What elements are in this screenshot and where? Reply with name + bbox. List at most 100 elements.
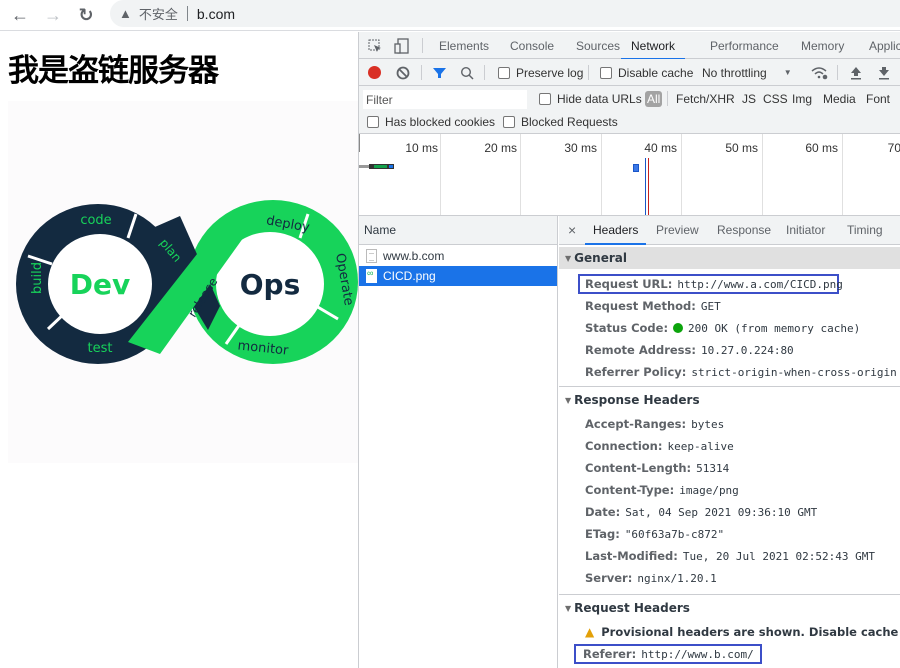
name-column-header[interactable]: Name	[359, 216, 557, 245]
tab-label: Response	[717, 223, 772, 237]
type-filter-css[interactable]: CSS	[763, 86, 788, 111]
tab-performance[interactable]: Performance	[710, 32, 779, 59]
close-details-button[interactable]: ×	[568, 216, 576, 244]
back-button[interactable]: ←	[9, 4, 31, 26]
type-label: All	[645, 90, 663, 107]
request-list: Name www.b.com CICD.png	[359, 216, 558, 668]
clear-button[interactable]	[396, 59, 410, 86]
tab-application[interactable]: Applic	[869, 32, 900, 59]
tick-label: 70	[887, 141, 900, 155]
checkbox[interactable]	[503, 115, 515, 128]
warning-icon: ▲	[585, 625, 595, 639]
header-value: http://www.b.com/	[641, 647, 754, 661]
filter-bar: Hide data URLs All Fetch/XHR JS CSS Img …	[359, 86, 900, 134]
tab-elements[interactable]: Elements	[439, 32, 489, 59]
inspect-element-button[interactable]	[368, 32, 382, 59]
checkbox[interactable]	[367, 115, 379, 128]
column-label: Name	[364, 223, 397, 237]
forward-button[interactable]: →	[42, 4, 64, 26]
general-section-header[interactable]: ▼ General	[559, 247, 900, 269]
record-button[interactable]	[368, 59, 381, 86]
stage-test: test	[88, 341, 113, 356]
type-filter-img[interactable]: Img	[792, 86, 812, 111]
type-label: Fetch/XHR	[676, 91, 735, 106]
checkbox[interactable]	[498, 66, 510, 79]
type-filter-js[interactable]: JS	[742, 86, 756, 111]
request-row-selected[interactable]: CICD.png	[359, 266, 557, 286]
tab-memory[interactable]: Memory	[801, 32, 844, 59]
export-har-button[interactable]	[878, 59, 890, 86]
has-blocked-cookies-checkbox[interactable]: Has blocked cookies	[367, 110, 495, 133]
type-filter-all[interactable]: All	[645, 86, 663, 111]
tick-label: 30 ms	[564, 141, 597, 155]
request-name: CICD.png	[383, 269, 436, 283]
security-status[interactable]: 不安全	[139, 4, 178, 23]
disable-cache-checkbox[interactable]: Disable cache	[600, 59, 693, 86]
request-name: www.b.com	[383, 249, 445, 263]
checkbox[interactable]	[539, 92, 551, 105]
filter-toggle-button[interactable]	[432, 59, 447, 86]
tab-initiator[interactable]: Initiator	[786, 216, 825, 244]
tick-label: 10 ms	[405, 141, 438, 155]
address-bar[interactable]: ▲ 不安全 b.com	[110, 0, 900, 27]
tab-label: Console	[510, 38, 555, 53]
type-filter-fetch-xhr[interactable]: Fetch/XHR	[676, 86, 735, 111]
header-row: Last-Modified: Tue, 20 Jul 2021 02:52:43 …	[585, 545, 875, 567]
tab-timing[interactable]: Timing	[847, 216, 883, 244]
header-value: "60f63a7b-c872"	[624, 527, 725, 541]
tab-sources[interactable]: Sources	[576, 32, 620, 59]
tab-network[interactable]: Network	[621, 32, 686, 60]
checkbox[interactable]	[600, 66, 612, 79]
throttling-select[interactable]: No throttling ▼	[702, 59, 792, 86]
tab-console[interactable]: Console	[510, 32, 554, 59]
header-key: Referer:	[583, 647, 637, 661]
section-divider	[559, 386, 900, 387]
response-headers-section-header[interactable]: ▼ Response Headers	[559, 389, 900, 411]
request-headers-section-header[interactable]: ▼ Request Headers	[559, 597, 900, 619]
divider	[667, 91, 668, 106]
header-key: Remote Address:	[585, 343, 696, 357]
header-row: ETag: "60f63a7b-c872"	[585, 523, 724, 545]
type-label: JS	[742, 91, 757, 106]
search-button[interactable]	[460, 59, 474, 86]
url-text[interactable]: b.com	[197, 6, 235, 22]
header-row: Connection: keep-alive	[585, 435, 734, 457]
header-key: Status Code:	[585, 321, 669, 335]
reload-button[interactable]: ↻	[75, 4, 97, 26]
header-row-referer: Referer: http://www.b.com/	[583, 643, 754, 665]
hide-data-urls-checkbox[interactable]: Hide data URLs	[539, 86, 642, 111]
grid-line	[762, 134, 763, 215]
status-ok-icon	[673, 323, 684, 333]
import-har-button[interactable]	[850, 59, 862, 86]
download-icon	[879, 66, 889, 79]
section-title: General	[574, 251, 627, 265]
tab-preview[interactable]: Preview	[656, 216, 699, 244]
devops-image: Dev Ops code plan build test release dep…	[16, 200, 358, 364]
page-content: 我是盗链服务器 Dev Ops code plan build test rel…	[0, 32, 358, 668]
header-row: Content-Length: 51314	[585, 457, 729, 479]
type-filter-font[interactable]: Font	[866, 86, 890, 111]
header-value: image/png	[679, 483, 739, 497]
blocked-requests-checkbox[interactable]: Blocked Requests	[503, 110, 618, 133]
timeline-overview[interactable]: 10 ms 20 ms 30 ms 40 ms 50 ms 60 ms 70	[359, 134, 900, 216]
tab-label: Headers	[593, 223, 639, 237]
timing-bar-download	[388, 164, 394, 169]
warning-icon[interactable]: ▲	[119, 6, 132, 21]
grid-line	[520, 134, 521, 215]
type-filter-media[interactable]: Media	[823, 86, 856, 111]
warning-text: Provisional headers are shown. Disable c…	[601, 625, 900, 639]
tab-label: Network	[631, 38, 676, 53]
divider	[422, 38, 423, 53]
timing-bar-image	[633, 164, 639, 172]
has-blocked-cookies-label: Has blocked cookies	[385, 114, 496, 129]
filter-input[interactable]	[363, 90, 527, 109]
blocked-requests-label: Blocked Requests	[521, 114, 618, 129]
tab-response[interactable]: Response	[717, 216, 771, 244]
header-value: 10.27.0.224:80	[700, 343, 794, 357]
collapse-triangle-icon: ▼	[565, 395, 572, 405]
tab-headers[interactable]: Headers	[585, 216, 647, 245]
device-toolbar-button[interactable]	[394, 32, 410, 59]
preserve-log-checkbox[interactable]: Preserve log	[498, 59, 583, 86]
request-row[interactable]: www.b.com	[359, 246, 557, 266]
network-conditions-button[interactable]	[811, 59, 829, 86]
